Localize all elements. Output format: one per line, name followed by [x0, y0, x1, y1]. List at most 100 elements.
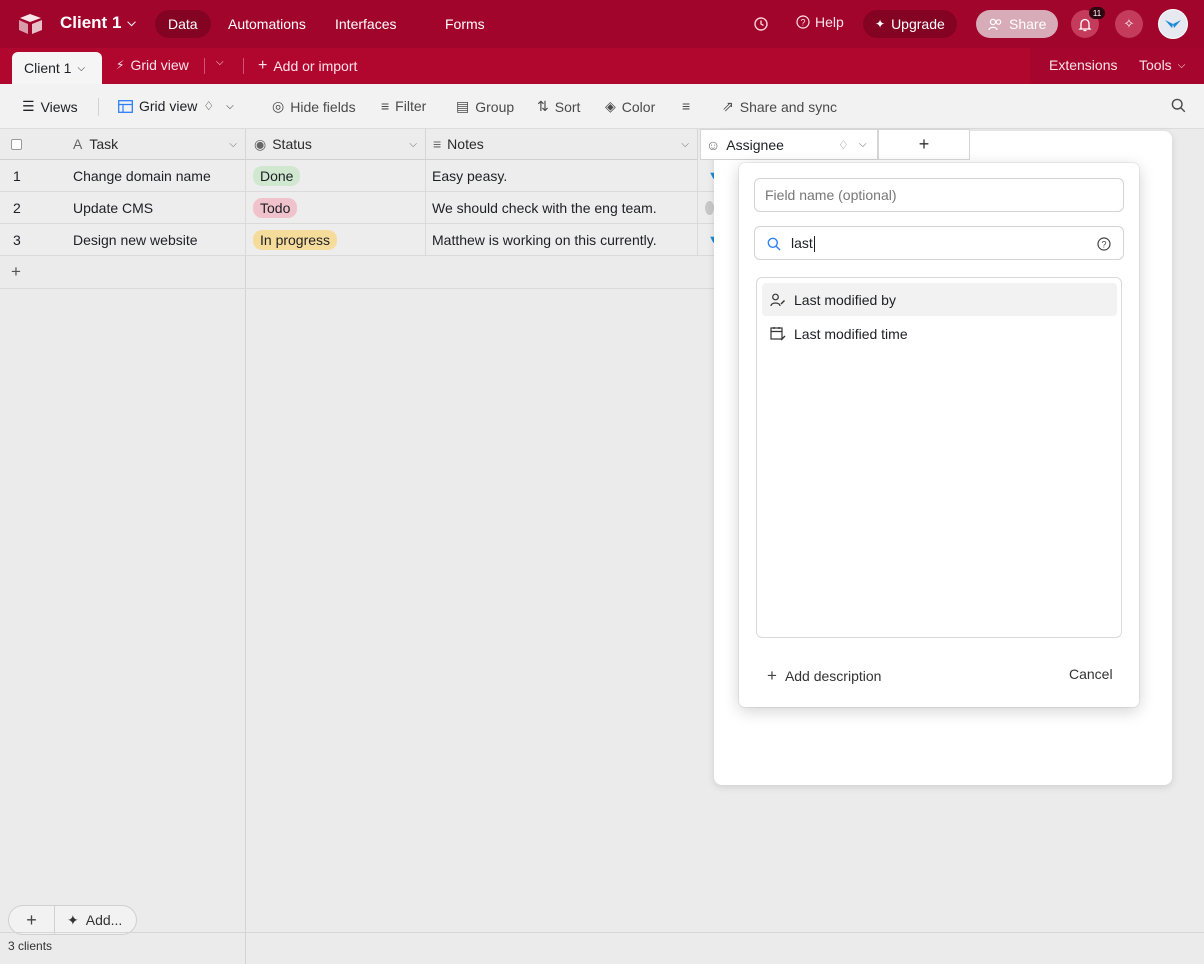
tab-automations[interactable]: Automations: [215, 10, 319, 38]
filter-label: Filter: [395, 98, 427, 114]
assignee-cell[interactable]: ▼: [698, 160, 719, 192]
divider: [204, 58, 205, 74]
add-with-ai-label: Add...: [85, 912, 123, 928]
task-cell[interactable]: Update CMS: [60, 192, 246, 224]
help-circle-icon[interactable]: ?: [1097, 237, 1111, 251]
grid-view-button[interactable]: Grid view ♢ ⌵: [118, 98, 234, 114]
upgrade-label: Upgrade: [891, 16, 945, 32]
column-header-assignee[interactable]: ☺ Assignee ♢ ⌵: [700, 129, 878, 160]
notes-cell[interactable]: Matthew is working on this currently.: [426, 224, 698, 256]
select-all-checkbox[interactable]: [11, 138, 22, 150]
table-tabs-bar: Client 1 ⌵ ⚡︎ Grid view ⌵ + Add or impor…: [0, 48, 1204, 84]
hide-fields-button[interactable]: ◎ Hide fields: [272, 98, 356, 115]
table-tab-label: Client 1: [24, 60, 72, 76]
share-and-sync-button[interactable]: ⇗ Share and sync: [722, 98, 837, 115]
extensions-button[interactable]: Extensions: [1049, 57, 1117, 73]
long-text-icon: ≡: [433, 136, 442, 152]
row-number: 2: [13, 200, 21, 216]
add-with-ai-button[interactable]: ✦ Add...: [55, 912, 136, 929]
assignee-cell[interactable]: [698, 192, 714, 224]
add-record-row[interactable]: +: [0, 257, 714, 289]
column-label: Notes: [447, 136, 484, 152]
add-or-import-label: Add or import: [273, 58, 358, 74]
column-header-status[interactable]: ◉ Status ⌵: [246, 129, 426, 160]
grid-icon: [118, 99, 133, 113]
sort-icon: ⇅: [537, 98, 549, 114]
tab-label: Interfaces: [335, 16, 397, 32]
user-edit-icon: [770, 293, 785, 306]
tab-data[interactable]: Data: [155, 10, 211, 38]
column-header-notes[interactable]: ≡ Notes ⌵: [426, 129, 698, 160]
tables-dropdown-button[interactable]: ⌵: [216, 57, 224, 68]
chevron-down-icon: ⌵: [681, 138, 689, 150]
view-switcher[interactable]: ⚡︎ Grid view: [116, 57, 189, 73]
filter-button[interactable]: ≡ Filter: [381, 98, 426, 114]
row-height-button[interactable]: ≡: [682, 98, 690, 114]
option-last-modified-time[interactable]: Last modified time: [762, 317, 1117, 350]
group-label: Group: [475, 98, 515, 115]
field-type-list: Last modified by Last modified time: [756, 277, 1122, 638]
status-cell[interactable]: In progress: [246, 224, 426, 256]
paint-bucket-icon: ◈: [605, 98, 616, 114]
tab-label: Automations: [228, 16, 306, 32]
upgrade-button[interactable]: ✦ Upgrade: [863, 10, 957, 38]
option-label: Last modified time: [794, 325, 908, 342]
table-row[interactable]: 1 Change domain name Done Easy peasy. ▼: [0, 160, 719, 192]
notes-cell[interactable]: We should check with the eng team.: [426, 192, 698, 224]
field-type-search[interactable]: last ?: [754, 226, 1124, 260]
task-cell[interactable]: Change domain name: [60, 160, 246, 192]
field-name-input[interactable]: [754, 178, 1124, 212]
option-last-modified-by[interactable]: Last modified by: [762, 283, 1117, 316]
divider: [243, 58, 244, 74]
top-bar: Client 1 ⌵ Data Automations Interfaces F…: [0, 0, 1204, 48]
share-label: Share: [1009, 16, 1047, 32]
help-button[interactable]: ? Help: [796, 14, 844, 30]
table-tab-client-1[interactable]: Client 1 ⌵: [12, 52, 102, 84]
assignee-avatar: [705, 201, 714, 215]
group-icon: ▤: [456, 98, 470, 114]
hamburger-icon: ☰: [22, 98, 35, 114]
views-button[interactable]: ☰ Views: [22, 98, 78, 115]
status-cell[interactable]: Todo: [246, 192, 426, 224]
tools-button[interactable]: Tools ⌵: [1139, 57, 1185, 73]
calendar-edit-icon: [770, 327, 786, 341]
status-pill: Done: [253, 166, 301, 186]
account-avatar[interactable]: [1158, 9, 1188, 39]
status-cell[interactable]: Done: [246, 160, 426, 192]
search-query-wrap: last: [791, 235, 815, 253]
table-row[interactable]: 2 Update CMS Todo We should check with t…: [0, 192, 714, 224]
task-cell[interactable]: Design new website: [60, 224, 246, 256]
plus-icon: +: [11, 262, 21, 281]
omni-button[interactable]: ✧: [1115, 10, 1143, 38]
table-row[interactable]: 3 Design new website In progress Matthew…: [0, 224, 719, 256]
svg-text:?: ?: [1101, 240, 1106, 250]
base-name: Client 1: [60, 13, 122, 32]
chevron-down-icon: ⌵: [229, 138, 237, 150]
sort-button[interactable]: ⇅ Sort: [537, 98, 580, 115]
base-name-menu[interactable]: Client 1 ⌵: [60, 13, 136, 33]
group-button[interactable]: ▤ Group: [456, 98, 514, 115]
share-and-sync-label: Share and sync: [739, 98, 838, 115]
add-field-button[interactable]: +: [878, 129, 970, 160]
eye-off-icon: ◎: [272, 98, 285, 114]
column-header-task[interactable]: A Task ⌵: [60, 129, 246, 160]
status-pill: Todo: [253, 198, 298, 218]
search-icon: [1171, 98, 1186, 113]
assignee-cell[interactable]: ▼: [698, 224, 719, 256]
tools-label: Tools: [1139, 57, 1172, 73]
history-icon[interactable]: [749, 12, 773, 36]
add-or-import-button[interactable]: + Add or import: [258, 57, 357, 75]
tab-interfaces[interactable]: Interfaces: [322, 10, 409, 38]
add-record-button[interactable]: +: [9, 906, 55, 934]
row-height-icon: ≡: [682, 98, 691, 114]
notes-cell[interactable]: Easy peasy.: [426, 160, 698, 192]
search-button[interactable]: [1171, 98, 1186, 113]
share-button[interactable]: Share: [976, 10, 1059, 38]
chevron-down-icon: ⌵: [226, 100, 234, 112]
lightning-icon: ⚡︎: [116, 58, 125, 72]
add-description-button[interactable]: + Add description: [767, 666, 881, 686]
tab-forms[interactable]: Forms: [432, 10, 498, 38]
airtable-logo-icon[interactable]: [18, 13, 44, 35]
cancel-button[interactable]: Cancel: [1069, 666, 1113, 682]
color-button[interactable]: ◈ Color: [605, 98, 655, 115]
